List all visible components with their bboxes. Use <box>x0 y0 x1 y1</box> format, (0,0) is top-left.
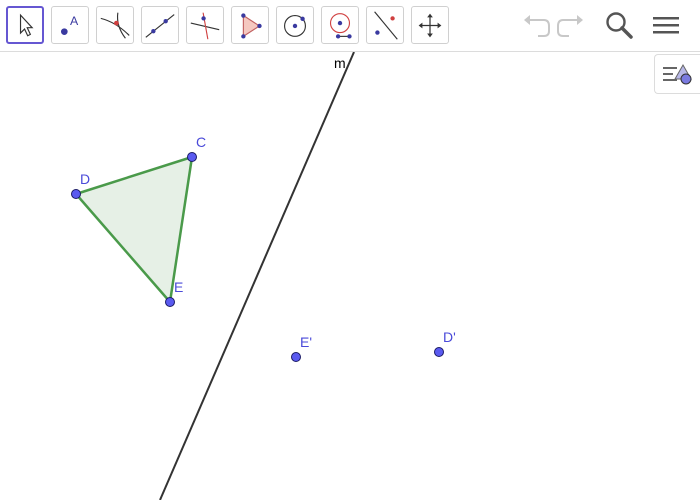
svg-text:A: A <box>70 14 79 28</box>
point-icon: A <box>61 14 79 35</box>
point-tool-button[interactable]: A <box>51 6 89 44</box>
point-label-e: E <box>174 279 183 295</box>
move-tool-button[interactable] <box>6 6 44 44</box>
point-label-d: D <box>80 171 90 187</box>
point-d[interactable] <box>71 189 81 199</box>
move-graphics-view-button[interactable] <box>411 6 449 44</box>
circle-radius-tool-button[interactable] <box>321 6 359 44</box>
redo-icon <box>557 15 583 37</box>
search-icon <box>606 12 633 39</box>
point-label-d-prime: D' <box>443 329 456 345</box>
move-arrows-icon <box>418 13 442 38</box>
circle-radius-icon <box>329 13 352 39</box>
main-menu-button[interactable] <box>647 6 685 44</box>
point-d-prime[interactable] <box>434 347 444 357</box>
polygon-icon <box>241 13 262 39</box>
search-button[interactable] <box>600 6 638 44</box>
perpendicular-line-tool-button[interactable] <box>186 6 224 44</box>
line-tool-button[interactable] <box>141 6 179 44</box>
undo-icon <box>524 15 550 37</box>
reflect-about-line-icon <box>374 11 398 40</box>
point-c[interactable] <box>187 152 197 162</box>
reflect-tool-button[interactable] <box>366 6 404 44</box>
point-e[interactable] <box>165 297 175 307</box>
hamburger-menu-icon <box>653 17 679 34</box>
graphics-view[interactable]: m C D E E' D' <box>0 52 700 500</box>
point-e-prime[interactable] <box>291 352 301 362</box>
circle-tool-button[interactable] <box>276 6 314 44</box>
toolbar: A <box>0 0 700 52</box>
intersect-icon <box>100 12 130 39</box>
arrow-pointer-icon <box>19 13 34 37</box>
point-label-c: C <box>196 134 206 150</box>
intersect-tool-button[interactable] <box>96 6 134 44</box>
perpendicular-line-icon <box>190 12 220 40</box>
line-through-points-icon <box>145 14 175 38</box>
line-m[interactable] <box>159 52 355 500</box>
polygon-tool-button[interactable] <box>231 6 269 44</box>
line-label-m: m <box>334 55 346 71</box>
point-label-e-prime: E' <box>300 334 312 350</box>
redo-button[interactable] <box>553 6 591 44</box>
circle-center-point-icon <box>284 14 306 37</box>
undo-button[interactable] <box>516 6 554 44</box>
